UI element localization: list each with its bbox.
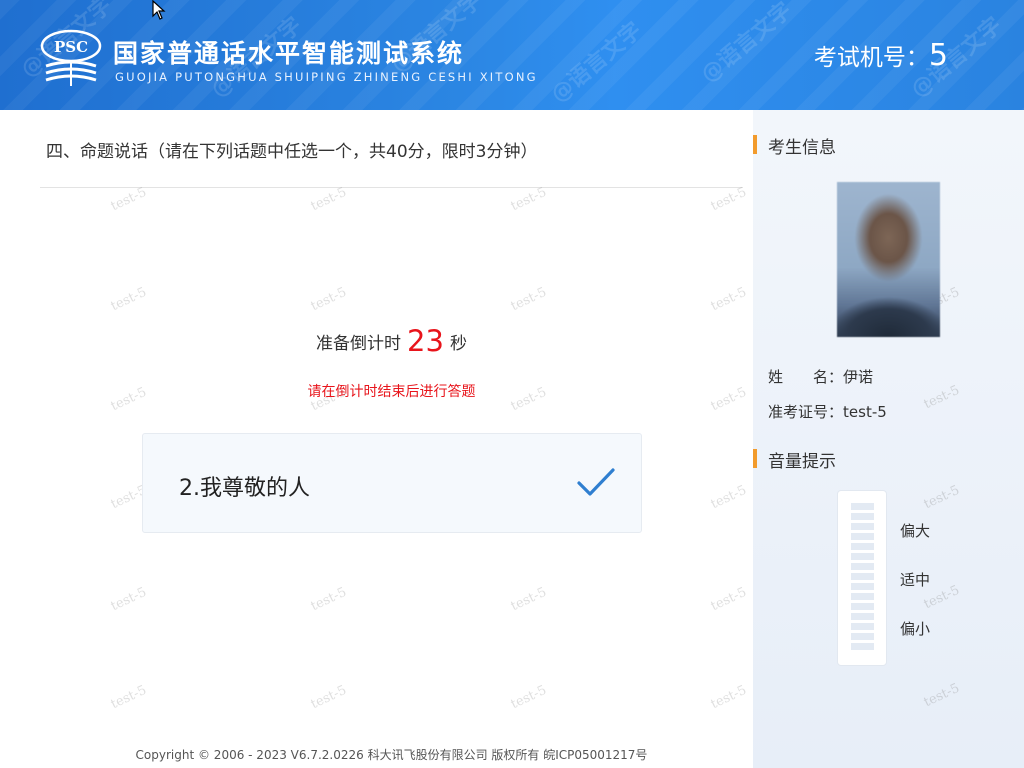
watermark: test-5	[708, 284, 749, 315]
volume-segment	[851, 613, 874, 620]
candidate-name: 姓 名：伊诺	[768, 366, 873, 387]
volume-segment	[851, 543, 874, 550]
volume-segment	[851, 603, 874, 610]
candidate-photo	[837, 182, 940, 337]
watermark: test-5	[108, 584, 149, 615]
volume-segment	[851, 643, 874, 650]
watermark: test-5	[921, 382, 962, 413]
watermark: test-5	[708, 682, 749, 713]
name-label: 姓 名：	[768, 368, 844, 386]
volume-segment	[851, 593, 874, 600]
id-value: test-5	[843, 403, 887, 421]
watermark: test-5	[708, 482, 749, 513]
exam-no-label: 考试机号：	[813, 45, 929, 71]
watermark: test-5	[508, 184, 549, 215]
section-title: 四、命题说话（请在下列话题中任选一个，共40分，限时3分钟）	[46, 142, 538, 162]
watermark: test-5	[508, 284, 549, 315]
topic-label: 2.我尊敬的人	[179, 476, 310, 501]
volume-label-high: 偏大	[900, 522, 931, 540]
volume-bars	[851, 503, 874, 653]
volume-segment	[851, 633, 874, 640]
volume-segment	[851, 563, 874, 570]
countdown-prefix: 准备倒计时	[316, 334, 402, 354]
app-subtitle: GUOJIA PUTONGHUA SHUIPING ZHINENG CESHI …	[115, 70, 538, 84]
volume-segment	[851, 553, 874, 560]
logo-text: PSC	[54, 38, 88, 56]
copyright-footer: Copyright © 2006 - 2023 V6.7.2.0226 科大讯飞…	[135, 748, 648, 762]
watermark: test-5	[921, 680, 962, 711]
watermark: test-5	[308, 284, 349, 315]
watermark: test-5	[708, 584, 749, 615]
volume-segment	[851, 623, 874, 630]
volume-segment	[851, 573, 874, 580]
watermark: test-5	[108, 284, 149, 315]
volume-label-low: 偏小	[900, 620, 931, 638]
volume-segment	[851, 523, 874, 530]
mouse-cursor-icon	[152, 0, 166, 20]
candidate-info-title: 考生信息	[753, 133, 836, 158]
watermark: test-5	[308, 584, 349, 615]
watermark: test-5	[108, 682, 149, 713]
candidate-sidebar: test-5 test-5 test-5 test-5 test-5 考生信息 …	[753, 110, 1024, 768]
exam-machine-number: 考试机号：5	[814, 38, 948, 73]
volume-label-mid: 适中	[900, 571, 931, 589]
watermark: test-5	[508, 682, 549, 713]
volume-segment	[851, 583, 874, 590]
volume-segment	[851, 503, 874, 510]
watermark: test-5	[308, 682, 349, 713]
candidate-id: 准考证号：test-5	[768, 401, 887, 422]
countdown-seconds: 23	[407, 324, 444, 358]
app-title: 国家普通话水平智能测试系统	[113, 39, 465, 68]
watermark: test-5	[308, 184, 349, 215]
watermark: test-5	[508, 584, 549, 615]
volume-segment	[851, 513, 874, 520]
volume-meter	[837, 490, 887, 666]
photo-silhouette	[837, 282, 940, 337]
id-label: 准考证号：	[768, 403, 844, 421]
exam-no-value: 5	[928, 38, 948, 73]
watermark: test-5	[108, 184, 149, 215]
watermark: test-5	[921, 482, 962, 513]
watermark: test-5	[708, 184, 749, 215]
name-value: 伊诺	[843, 368, 874, 386]
volume-title: 音量提示	[753, 447, 836, 472]
countdown-hint: 请在倒计时结束后进行答题	[307, 384, 476, 400]
divider	[40, 187, 743, 188]
volume-segment	[851, 533, 874, 540]
topic-option[interactable]: 2.我尊敬的人	[142, 433, 642, 533]
psc-logo-icon: PSC	[40, 29, 102, 86]
countdown-suffix: 秒	[449, 334, 467, 354]
checkmark-icon	[577, 468, 615, 496]
question-panel: 四、命题说话（请在下列话题中任选一个，共40分，限时3分钟） test-5 te…	[0, 110, 753, 768]
prep-countdown: 准备倒计时 23 秒	[0, 324, 783, 358]
